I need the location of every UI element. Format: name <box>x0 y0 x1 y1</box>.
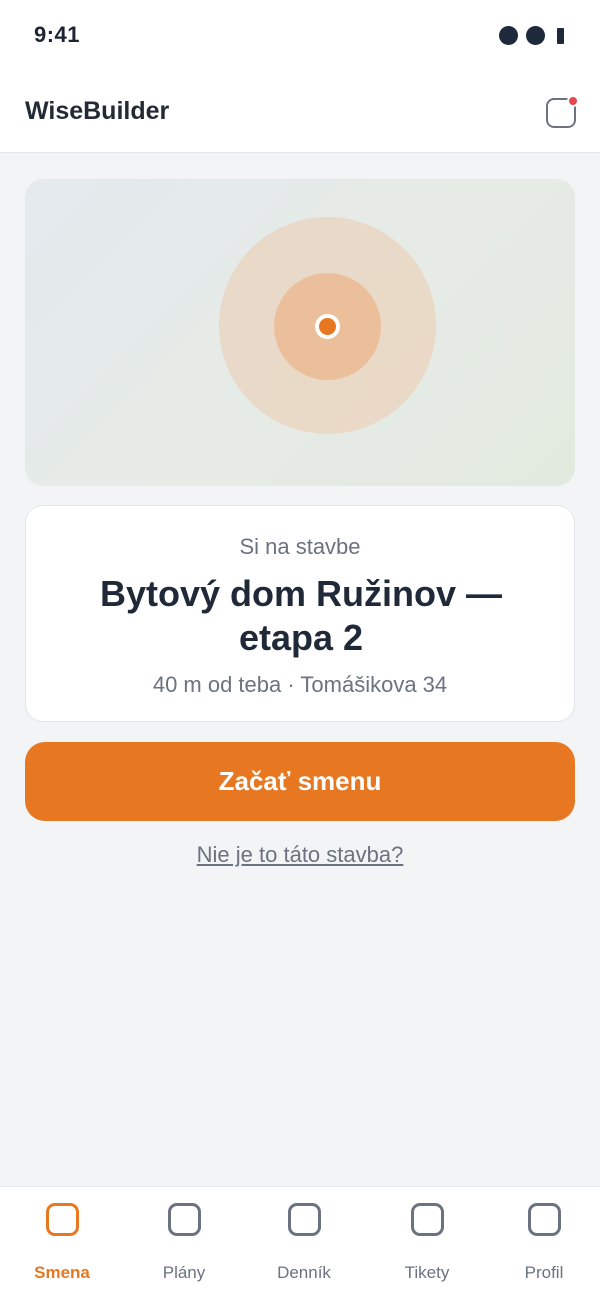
nav-item-profil[interactable]: Profil <box>484 1187 600 1298</box>
signal-icon <box>499 26 518 45</box>
battery-icon <box>557 27 564 44</box>
plans-icon <box>168 1203 201 1236</box>
nav-label: Plány <box>162 1263 206 1282</box>
location-map <box>25 179 575 486</box>
diary-icon <box>288 1203 321 1236</box>
shift-icon <box>46 1203 79 1236</box>
status-time: 9:41 <box>34 22 81 47</box>
tickets-icon <box>411 1203 444 1236</box>
site-card: Si na stavbe Bytový dom Ružinov — etapa … <box>25 505 575 722</box>
nav-label: Smena <box>34 1263 90 1282</box>
status-icons <box>499 26 564 45</box>
nav-label: Profil <box>524 1263 564 1282</box>
nav-item-dennik[interactable]: Denník <box>244 1187 364 1298</box>
site-status-text: Si na stavbe <box>239 534 361 559</box>
nav-item-smena[interactable]: Smena <box>2 1187 122 1298</box>
status-bar: 9:41 <box>0 0 600 70</box>
notifications-button[interactable] <box>546 95 579 128</box>
site-name: Bytový dom Ružinov — etapa 2 <box>99 573 503 658</box>
location-pin-icon <box>315 314 340 339</box>
nav-label: Denník <box>277 1263 331 1282</box>
notification-badge <box>567 95 579 107</box>
wifi-icon <box>526 26 545 45</box>
nav-label: Tikety <box>404 1263 450 1282</box>
nav-item-plany[interactable]: Plány <box>124 1187 244 1298</box>
nav-item-tikety[interactable]: Tikety <box>367 1187 487 1298</box>
app-header: WiseBuilder <box>0 70 600 153</box>
profile-icon <box>528 1203 561 1236</box>
wrong-site-link[interactable]: Nie je to táto stavba? <box>0 842 600 868</box>
start-shift-button[interactable]: Začať smenu <box>25 742 575 821</box>
bottom-nav: Smena Plány Denník Tikety Profil <box>0 1186 600 1298</box>
site-distance-address: 40 m od teba · Tomášikova 34 <box>152 672 448 697</box>
app-title: WiseBuilder <box>25 97 170 125</box>
